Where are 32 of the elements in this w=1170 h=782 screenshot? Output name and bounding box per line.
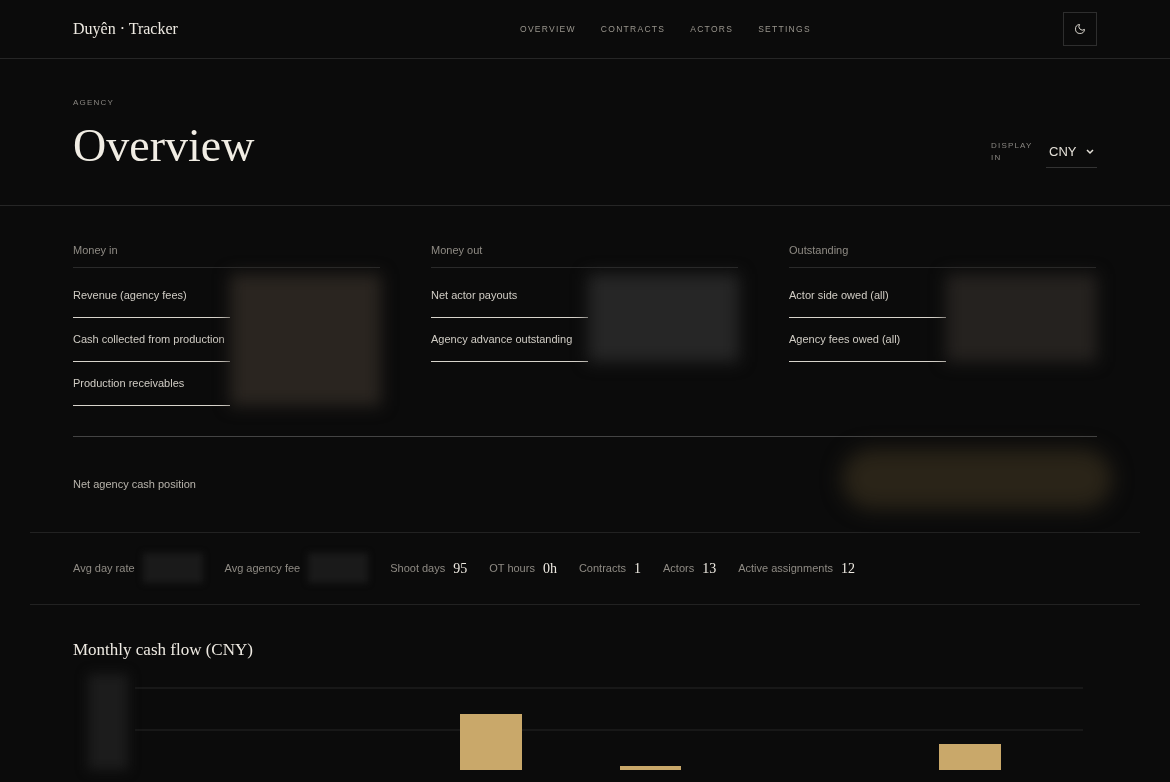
chart-bar [939,744,1001,770]
stat-value: 95 [453,559,468,578]
stat-value: 12 [840,559,855,578]
chart-title: Monthly cash flow (CNY) [73,638,254,661]
net-position-label: Net agency cash position [73,476,196,492]
chevron-down-icon [1086,148,1094,155]
stat-label: OT hours [489,560,535,576]
page-title: Overview [73,123,255,169]
stat-label: Shoot days [390,560,446,576]
stat-label: Actors [663,560,695,576]
nav-link[interactable]: OVERVIEW [520,22,576,36]
group-title: Outstanding [789,242,1096,268]
theme-toggle-button[interactable] [1063,12,1097,46]
moon-icon [1074,23,1086,35]
currency-select[interactable]: CNY [1046,136,1097,168]
section-label: AGENCY [73,97,115,109]
chart-bar [620,766,681,770]
stat-value: 13 [702,559,717,578]
chart-bar [460,714,522,770]
group-title: Money in [73,242,380,268]
group-title: Money out [431,242,738,268]
stat-label: Avg day rate [73,560,135,576]
stat-label: Contracts [578,560,626,576]
brand-logo[interactable]: Duyên · Tracker [73,17,178,41]
nav-link[interactable]: CONTRACTS [600,22,666,36]
stat-value: 0h [542,559,557,578]
stat-label: Avg agency fee [224,560,301,576]
display-label: DISPLAY IN [991,140,1034,164]
nav-link[interactable]: SETTINGS [758,22,811,36]
stat-value: 1 [634,559,641,578]
nav-link[interactable]: ACTORS [690,22,734,36]
stat-label: Active assignments [738,560,833,576]
